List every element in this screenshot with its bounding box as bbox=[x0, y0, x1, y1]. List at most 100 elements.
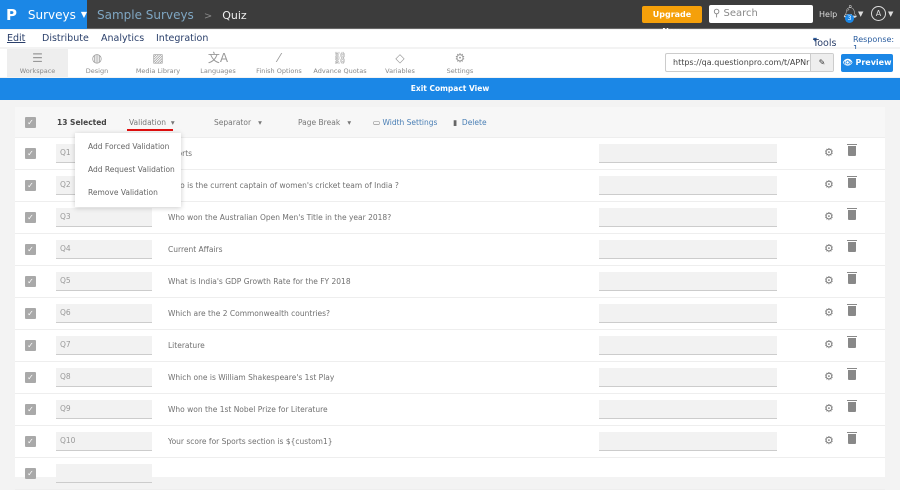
width-settings-button[interactable]: ▭ Width Settings bbox=[373, 118, 437, 127]
answer-field[interactable] bbox=[599, 144, 777, 163]
menu-item-add-forced-validation[interactable]: Add Forced Validation bbox=[88, 142, 169, 151]
menu-item-remove-validation[interactable]: Remove Validation bbox=[88, 188, 158, 197]
question-number-field[interactable]: Q6 bbox=[56, 304, 152, 323]
select-all-checkbox[interactable]: ✓ bbox=[25, 117, 36, 128]
nav-distribute[interactable]: Distribute bbox=[42, 33, 89, 44]
trash-icon[interactable] bbox=[847, 432, 857, 444]
question-number-field[interactable]: Q4 bbox=[56, 240, 152, 259]
gear-icon[interactable]: ⚙ bbox=[824, 402, 834, 415]
tools-menu[interactable]: Tools ▾ bbox=[813, 35, 836, 49]
row-checkbox[interactable]: ✓ bbox=[25, 436, 36, 447]
trash-icon[interactable] bbox=[847, 176, 857, 188]
gear-icon[interactable]: ⚙ bbox=[824, 434, 834, 447]
delete-button[interactable]: ▮ Delete bbox=[453, 118, 487, 127]
answer-field[interactable] bbox=[599, 336, 777, 355]
toolbar-workspace[interactable]: ☰ Workspace bbox=[7, 49, 68, 77]
gear-icon[interactable]: ⚙ bbox=[824, 210, 834, 223]
trash-icon[interactable] bbox=[847, 304, 857, 316]
answer-field[interactable] bbox=[599, 208, 777, 227]
validation-label: Validation bbox=[129, 118, 167, 127]
question-number-field[interactable]: Q10 bbox=[56, 432, 152, 451]
question-number-field[interactable]: Q9 bbox=[56, 400, 152, 419]
surveys-menu[interactable]: P Surveys ▼ bbox=[0, 0, 87, 29]
toolbar-languages[interactable]: 文A Languages bbox=[195, 49, 241, 77]
trash-icon[interactable] bbox=[847, 240, 857, 252]
nav-analytics[interactable]: Analytics bbox=[101, 33, 144, 44]
question-number: Q7 bbox=[60, 340, 71, 349]
gear-icon[interactable]: ⚙ bbox=[824, 178, 834, 191]
answer-field[interactable] bbox=[599, 272, 777, 291]
question-text[interactable]: Which one is William Shakespeare's 1st P… bbox=[168, 373, 334, 382]
question-text[interactable]: Which are the 2 Commonwealth countries? bbox=[168, 309, 330, 318]
trash-icon[interactable] bbox=[847, 368, 857, 380]
page-break-dropdown[interactable]: Page Break ▾ bbox=[298, 118, 351, 127]
question-text[interactable]: Current Affairs bbox=[168, 245, 223, 254]
question-number-field[interactable]: Q8 bbox=[56, 368, 152, 387]
row-checkbox[interactable]: ✓ bbox=[25, 404, 36, 415]
gear-icon[interactable]: ⚙ bbox=[824, 146, 834, 159]
gear-icon[interactable]: ⚙ bbox=[824, 370, 834, 383]
question-number-field[interactable]: Q5 bbox=[56, 272, 152, 291]
palette-icon: ◍ bbox=[91, 51, 103, 65]
question-number-field[interactable]: Q3 bbox=[56, 208, 152, 227]
pencil-icon[interactable]: ✎ bbox=[810, 54, 833, 71]
preview-button[interactable]: 👁︎ Preview bbox=[841, 54, 893, 72]
caret-down-icon[interactable]: ▼ bbox=[858, 10, 863, 18]
answer-field[interactable] bbox=[599, 240, 777, 259]
answer-field[interactable] bbox=[599, 176, 777, 195]
toolbar-settings[interactable]: ⚙ Settings bbox=[440, 49, 480, 77]
trash-icon[interactable] bbox=[847, 400, 857, 412]
gear-icon[interactable]: ⚙ bbox=[824, 242, 834, 255]
gear-icon[interactable]: ⚙ bbox=[824, 306, 834, 319]
question-number-field[interactable]: Q7 bbox=[56, 336, 152, 355]
upgrade-now-button[interactable]: Upgrade Now bbox=[642, 6, 702, 36]
answer-field[interactable] bbox=[599, 368, 777, 387]
question-number-field[interactable] bbox=[56, 464, 152, 483]
answer-field[interactable] bbox=[599, 304, 777, 323]
answer-field[interactable] bbox=[599, 400, 777, 419]
question-text[interactable]: What is India's GDP Growth Rate for the … bbox=[168, 277, 351, 286]
trash-icon[interactable] bbox=[847, 272, 857, 284]
toolbar-variables[interactable]: ◇ Variables bbox=[380, 49, 420, 77]
breadcrumb-sample-surveys[interactable]: Sample Surveys bbox=[97, 8, 194, 22]
menu-item-add-request-validation[interactable]: Add Request Validation bbox=[88, 165, 175, 174]
question-text[interactable]: Who won the Australian Open Men's Title … bbox=[168, 213, 391, 222]
gear-icon[interactable]: ⚙ bbox=[824, 274, 834, 287]
row-checkbox[interactable]: ✓ bbox=[25, 212, 36, 223]
row-checkbox[interactable]: ✓ bbox=[25, 468, 36, 479]
search-input[interactable]: ⚲ Search bbox=[709, 5, 813, 23]
question-text[interactable]: Who won the 1st Nobel Prize for Literatu… bbox=[168, 405, 328, 414]
separator-dropdown[interactable]: Separator ▾ bbox=[214, 118, 262, 127]
question-text[interactable]: Who is the current captain of women's cr… bbox=[168, 181, 399, 190]
toolbar-media-library[interactable]: ▨ Media Library bbox=[130, 49, 186, 77]
help-link[interactable]: Help bbox=[819, 10, 837, 19]
toolbar-design[interactable]: ◍ Design bbox=[72, 49, 122, 77]
row-checkbox[interactable]: ✓ bbox=[25, 276, 36, 287]
question-text[interactable]: Your score for Sports section is ${custo… bbox=[168, 437, 333, 446]
row-checkbox[interactable]: ✓ bbox=[25, 244, 36, 255]
survey-url-field[interactable]: https://qa.questionpro.com/t/APNrFZeY ✎ bbox=[665, 53, 834, 72]
trash-icon[interactable] bbox=[847, 208, 857, 220]
validation-menu: Add Forced Validation Add Request Valida… bbox=[75, 133, 181, 207]
nav-edit[interactable]: Edit bbox=[7, 33, 25, 44]
toolbar-advance-quotas[interactable]: ⛓ Advance Quotas bbox=[312, 49, 368, 77]
search-icon: ⚲ bbox=[713, 8, 721, 19]
nav-integration[interactable]: Integration bbox=[156, 33, 208, 44]
toolbar-finish-options[interactable]: ⁄ Finish Options bbox=[252, 49, 306, 77]
validation-dropdown[interactable]: Validation ▾ bbox=[129, 118, 175, 127]
trash-icon[interactable] bbox=[847, 336, 857, 348]
row-checkbox[interactable]: ✓ bbox=[25, 148, 36, 159]
row-checkbox[interactable]: ✓ bbox=[25, 180, 36, 191]
question-row: ✓ Q7 Literature ⚙ bbox=[15, 330, 885, 362]
row-checkbox[interactable]: ✓ bbox=[25, 372, 36, 383]
avatar[interactable]: A bbox=[871, 6, 886, 21]
caret-down-icon[interactable]: ▼ bbox=[888, 10, 893, 18]
answer-field[interactable] bbox=[599, 432, 777, 451]
trash-icon[interactable] bbox=[847, 144, 857, 156]
gear-icon[interactable]: ⚙ bbox=[824, 338, 834, 351]
chevron-right-icon: > bbox=[203, 11, 213, 22]
question-text[interactable]: Literature bbox=[168, 341, 205, 350]
row-checkbox[interactable]: ✓ bbox=[25, 340, 36, 351]
exit-compact-view-button[interactable]: Exit Compact View bbox=[0, 78, 900, 100]
row-checkbox[interactable]: ✓ bbox=[25, 308, 36, 319]
